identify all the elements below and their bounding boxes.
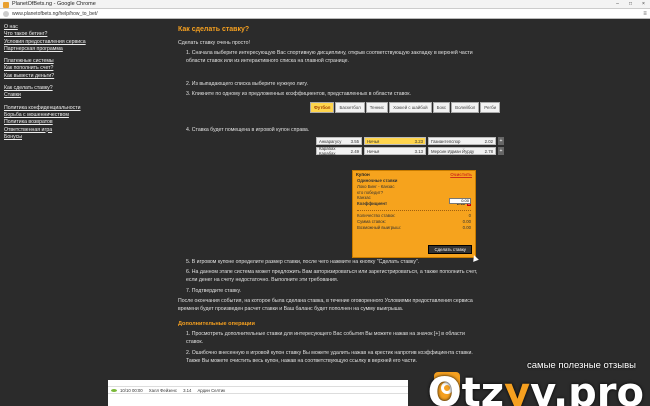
tab-rugby[interactable]: Регби: [480, 102, 501, 113]
sidebar-group-policies: Политика конфиденциальности Борьба с мош…: [4, 105, 104, 141]
browser-titlebar: PlanetOfBets.ng - Google Chrome – □ ×: [0, 0, 650, 9]
sidebar-link-terms[interactable]: Условия предоставления сервиса: [4, 39, 104, 46]
extra-1-text: 1. Просмотреть дополнительные ставки для…: [186, 331, 465, 346]
sidebar-group-about: О нас Что такое бетинг? Условия предоста…: [4, 24, 104, 53]
ticker-row[interactable]: 10/10 00:00 Халл Фейзенс 3.14 Ардин Селт…: [108, 387, 408, 394]
odd-away[interactable]: Мерсин Идман Йурду 2.78: [428, 147, 496, 155]
help-article: Как сделать ставку? Сделать ставку очень…: [178, 26, 478, 134]
maximize-button[interactable]: □: [624, 0, 637, 9]
sidebar-link-privacy[interactable]: Политика конфиденциальности: [4, 105, 104, 112]
close-button[interactable]: ×: [637, 0, 650, 9]
odds-area: Анкарагусу 3.55 Ничья 3.23 Газиантепспор 2.…: [316, 137, 504, 157]
tab-tennis[interactable]: Теннис: [365, 102, 389, 113]
intro-text: Сделать ставку очень просто!: [178, 40, 250, 46]
coupon-header: Купон Очистить: [353, 171, 475, 178]
site-favicon-icon: [3, 2, 9, 8]
extra-heading: Дополнительные операции: [178, 321, 255, 328]
sidebar-link-fraud[interactable]: Борьба с мошенничеством: [4, 112, 104, 119]
tab-basketball[interactable]: Баскетбол: [335, 102, 365, 113]
odd-home[interactable]: Анкарагусу 3.55: [316, 137, 362, 145]
more-bets-button[interactable]: +: [498, 137, 504, 145]
tab-hockey[interactable]: Хоккей с шайбой: [389, 102, 432, 113]
sidebar-link-how-to-bet[interactable]: Как сделать ставку?: [4, 85, 104, 92]
stake-input[interactable]: 0.00: [449, 198, 471, 204]
coupon-win-row: Возможный выигрыш: 0.00: [357, 224, 471, 230]
help-article-continued: 5. В игровом купоне определите размер ст…: [178, 256, 478, 365]
odd-away[interactable]: Газиантепспор 2.02: [428, 137, 496, 145]
place-bet-button[interactable]: Сделать ставку: [428, 245, 472, 254]
url-text[interactable]: www.planetofbets.ng/help/how_to_bet/: [9, 11, 640, 17]
browser-menu-icon[interactable]: ≡: [640, 11, 650, 17]
sidebar-link-affiliate[interactable]: Партнерская программа: [4, 46, 104, 53]
sidebar-link-what-is-betting[interactable]: Что такое бетинг?: [4, 31, 104, 38]
clear-coupon-link[interactable]: Очистить: [450, 172, 472, 177]
odds-row: Карабах Карабах 2.49 Ничья 3.13 Мерсин Идм…: [316, 146, 504, 156]
odd-home[interactable]: Карабах Карабах 2.49: [316, 146, 362, 156]
sidebar-link-withdraw[interactable]: Как вывести деньги?: [4, 73, 104, 80]
events-ticker: 10/10 00:00 Халл Фейзенс 3.14 Ардин Селт…: [108, 380, 408, 406]
step-5-text: 5. В игровом купоне определите размер ст…: [186, 259, 420, 265]
page-title: Как сделать ставку?: [178, 26, 250, 33]
step-1-text: 1. Сначала выберите интересующую Вас спо…: [186, 50, 473, 65]
sidebar-group-payments: Платежные системы Как пополнить счет? Ка…: [4, 58, 104, 80]
step-2-text: 2. Из выпадающего списка выберите нужную…: [186, 80, 308, 87]
sidebar-group-betting: Как сделать ставку? Ставки: [4, 85, 104, 100]
window-title: PlanetOfBets.ng - Google Chrome: [0, 1, 611, 8]
sidebar-link-responsible-gaming[interactable]: Ответственная игра: [4, 127, 104, 134]
extra-2-text: 2. Ошибочно внесенную в игровой купон ст…: [186, 349, 473, 364]
sidebar-link-deposit[interactable]: Как пополнить счет?: [4, 65, 104, 72]
help-sidebar: О нас Что такое бетинг? Условия предоста…: [4, 24, 104, 146]
ticker-row[interactable]: [108, 380, 408, 387]
odd-draw[interactable]: Ничья 3.13: [364, 147, 426, 155]
more-bets-button[interactable]: +: [498, 147, 504, 155]
sport-tabs: Футбол Баскетбол Теннис Хоккей с шайбой …: [310, 102, 501, 113]
step-3-text: 3. Кликните по одному из предложенных ко…: [186, 90, 411, 97]
coupon-title: Купон: [356, 172, 370, 177]
tab-volleyball[interactable]: Волейбол: [451, 102, 480, 113]
address-bar[interactable]: www.planetofbets.ng/help/how_to_bet/ ≡: [0, 9, 650, 19]
step-6-text: 6. На данном этапе система может предлож…: [186, 269, 478, 284]
sidebar-link-payment-systems[interactable]: Платежные системы: [4, 58, 104, 65]
odd-draw[interactable]: Ничья 3.23: [364, 137, 426, 145]
sidebar-link-bets[interactable]: Ставки: [4, 92, 104, 99]
page-content: О нас Что такое бетинг? Условия предоста…: [0, 20, 650, 406]
sidebar-link-refunds[interactable]: Политика возвратов: [4, 119, 104, 126]
step-4-text: 4. Ставка будет помещена в игровой купон…: [186, 127, 310, 134]
tab-football[interactable]: Футбол: [310, 102, 335, 113]
coupon-body: Одиночные ставки Локо Бинг - Канзас кто …: [353, 178, 475, 230]
minimize-button[interactable]: –: [611, 0, 624, 9]
tab-boxing[interactable]: Бокс: [432, 102, 451, 113]
odds-row: Анкарагусу 3.55 Ничья 3.23 Газиантепспор 2.…: [316, 137, 504, 145]
otzyv-logo: Otzyv.pro: [427, 370, 644, 406]
otzyv-watermark: самые полезные отзывы Otzyv.pro: [428, 360, 644, 406]
sidebar-link-about[interactable]: О нас: [4, 24, 104, 31]
sidebar-link-bonuses[interactable]: Бонусы: [4, 134, 104, 141]
step-7-text: 7. Подтвердите ставку.: [186, 287, 241, 294]
after-text: После окончания события, на которое была…: [178, 297, 473, 313]
bet-coupon: Купон Очистить Одиночные ставки Локо Бин…: [352, 170, 479, 262]
